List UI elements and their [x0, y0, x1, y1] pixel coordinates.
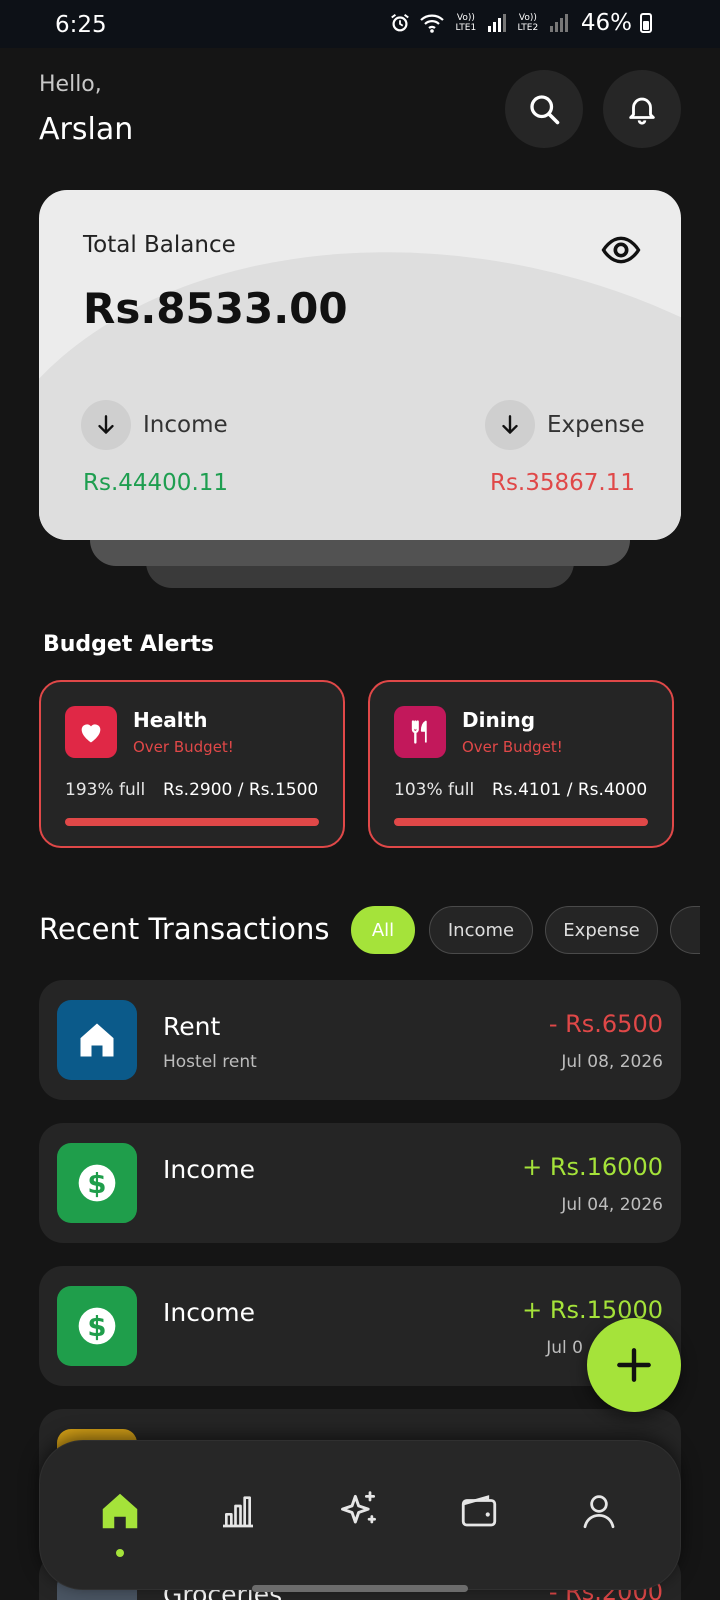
alert-amount: Rs.2900 / Rs.1500: [163, 780, 319, 800]
sparkle-icon: [341, 1491, 376, 1524]
status-bar: 6:25 Vo)) LTE1 Vo)) LTE2 46%: [0, 0, 720, 48]
eye-icon: [601, 236, 641, 264]
svg-text:$: $: [87, 1168, 106, 1200]
arrow-down-icon: [98, 415, 114, 434]
plus-icon: [617, 1348, 651, 1382]
filter-income[interactable]: Income: [429, 906, 533, 954]
battery-icon: [640, 13, 652, 33]
alert-category-name: Health: [133, 708, 208, 732]
transaction-row[interactable]: $ Income + Rs.15000 Jul 0: [39, 1266, 681, 1386]
bell-icon: [629, 97, 655, 125]
add-transaction-button[interactable]: [587, 1318, 681, 1412]
signal-icon: [487, 14, 506, 32]
greeting: Hello,: [39, 72, 102, 97]
transaction-amount: + Rs.16000: [522, 1153, 663, 1181]
alarm-icon: [391, 13, 409, 32]
transaction-date: Jul 04, 2026: [561, 1195, 663, 1215]
nav-active-indicator: [116, 1549, 124, 1557]
lte1-label: Vo)) LTE1: [455, 13, 477, 33]
expense-value: Rs.35867.11: [489, 470, 635, 496]
budget-alert-dining[interactable]: Dining Over Budget! 103% full Rs.4101 / …: [368, 680, 674, 848]
transaction-row[interactable]: Rent Hostel rent - Rs.6500 Jul 08, 2026: [39, 980, 681, 1100]
arrow-down-icon-2: [502, 415, 518, 434]
transaction-title: Income: [163, 1155, 255, 1184]
alert-status: Over Budget!: [133, 738, 234, 756]
home-icon: [102, 1493, 138, 1529]
home-icon: [57, 1000, 137, 1080]
transaction-subtitle: Hostel rent: [163, 1052, 257, 1072]
nav-ai-assistant[interactable]: [331, 1483, 387, 1539]
transaction-row[interactable]: $ Income + Rs.16000 Jul 04, 2026: [39, 1123, 681, 1243]
alert-amount: Rs.4101 / Rs.4000: [492, 780, 648, 800]
transaction-date: Jul 0: [546, 1338, 583, 1358]
alert-progress-bar: [65, 818, 319, 826]
filter-all[interactable]: All: [351, 906, 415, 954]
user-name: Arslan: [39, 112, 134, 147]
income-arrow: [81, 400, 131, 450]
dollar-icon: $: [57, 1143, 137, 1223]
transaction-title: Rent: [163, 1012, 221, 1041]
heart-icon: [65, 706, 117, 758]
search-button[interactable]: [505, 70, 583, 148]
filter-more[interactable]: [670, 906, 700, 954]
toggle-visibility-button[interactable]: [601, 230, 641, 274]
budget-alerts-title: Budget Alerts: [43, 632, 214, 657]
lte2-label: Vo)) LTE2: [517, 13, 539, 33]
transaction-date: Jul 08, 2026: [561, 1052, 663, 1072]
recent-transactions-title: Recent Transactions: [39, 912, 330, 946]
signal-icon-2: [549, 14, 568, 32]
profile-icon: [583, 1495, 615, 1529]
expense-label: Expense: [547, 412, 645, 438]
wallet-icon: [461, 1495, 497, 1527]
income-label: Income: [143, 412, 228, 438]
income-value: Rs.44400.11: [83, 470, 229, 496]
search-icon: [530, 95, 560, 125]
notifications-button[interactable]: [603, 70, 681, 148]
status-time: 6:25: [55, 12, 107, 38]
nav-home[interactable]: [92, 1483, 148, 1539]
alert-percent: 103% full: [394, 780, 475, 800]
alert-percent: 193% full: [65, 780, 146, 800]
alert-category-name: Dining: [462, 708, 536, 732]
fork-knife-icon: [394, 706, 446, 758]
nav-statistics[interactable]: [210, 1483, 266, 1539]
alert-progress-bar: [394, 818, 648, 826]
chart-icon: [223, 1496, 253, 1528]
total-balance-label: Total Balance: [83, 232, 236, 258]
status-icons: Vo)) LTE1 Vo)) LTE2 46%: [389, 10, 652, 36]
system-home-indicator[interactable]: [252, 1585, 468, 1592]
nav-wallet[interactable]: [451, 1483, 507, 1539]
total-balance-amount: Rs.8533.00: [83, 284, 348, 333]
transaction-title: Income: [163, 1298, 255, 1327]
expense-arrow: [485, 400, 535, 450]
nav-profile[interactable]: [571, 1483, 627, 1539]
alert-status: Over Budget!: [462, 738, 563, 756]
bottom-navigation: [39, 1440, 681, 1590]
svg-text:$: $: [87, 1311, 106, 1343]
balance-card[interactable]: Total Balance Rs.8533.00 Income Rs.44400…: [39, 190, 681, 540]
dollar-icon: $: [57, 1286, 137, 1366]
battery-percent: 46%: [580, 10, 632, 36]
budget-alert-health[interactable]: Health Over Budget! 193% full Rs.2900 / …: [39, 680, 345, 848]
filter-expense[interactable]: Expense: [545, 906, 658, 954]
wifi-icon: [420, 14, 444, 33]
transaction-amount: - Rs.6500: [548, 1010, 663, 1038]
